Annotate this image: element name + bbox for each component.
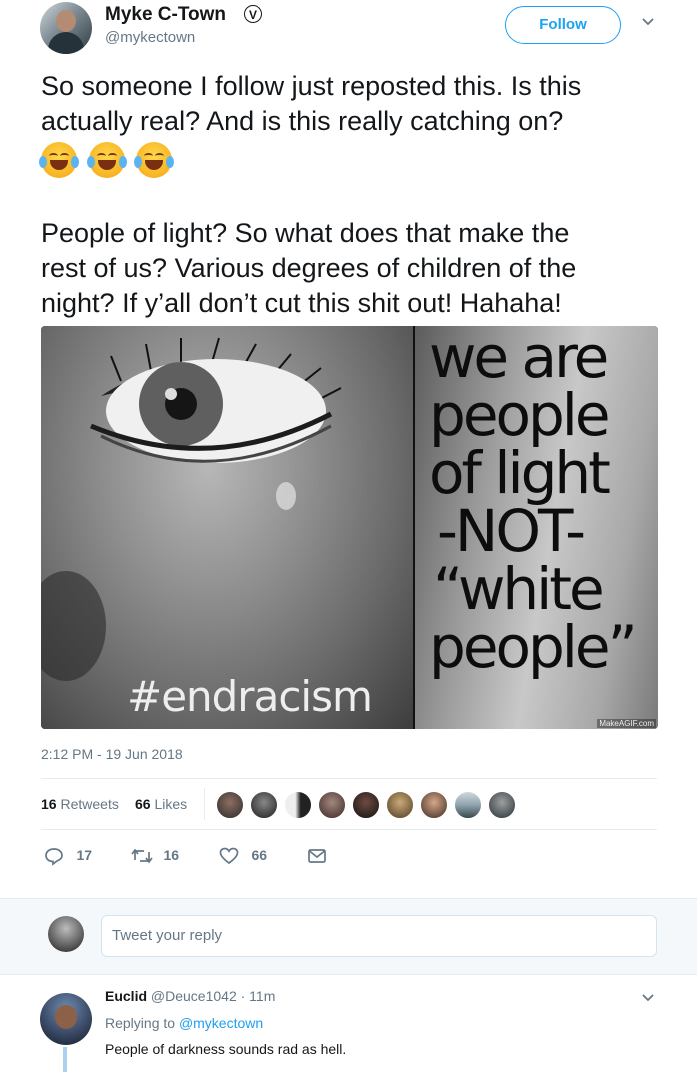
reply-time[interactable]: · 11m — [241, 988, 276, 1004]
likes-label: Likes — [154, 796, 188, 812]
chevron-down-icon[interactable] — [640, 14, 656, 30]
image-hashtag: #endracism — [127, 672, 373, 721]
direct-message-action[interactable] — [307, 846, 327, 871]
reply-display-name[interactable]: Euclid — [105, 988, 147, 1004]
divider — [41, 829, 657, 830]
likes-stat[interactable]: 66 Likes — [135, 796, 187, 812]
emoji-row — [39, 139, 681, 181]
author-avatar[interactable] — [40, 2, 92, 54]
reply-composer: Tweet your reply — [0, 898, 697, 975]
envelope-icon — [308, 849, 326, 863]
laughing-with-tears-icon — [39, 141, 79, 178]
image-text-line: people” — [429, 613, 638, 681]
replying-to-handle[interactable]: @mykectown — [179, 1015, 263, 1031]
face-photo: #endracism — [41, 326, 413, 729]
image-text-line: “white — [433, 555, 605, 623]
author-handle[interactable]: @mykectown — [105, 29, 195, 46]
tweet-text-line: night? If y’all don’t cut this shit out!… — [41, 288, 562, 318]
retweet-count: 16 — [163, 847, 180, 864]
replying-to: Replying to @mykectown — [105, 1015, 263, 1031]
liker-avatar[interactable] — [420, 791, 448, 819]
stats-separator — [204, 788, 205, 820]
liker-avatar[interactable] — [488, 791, 516, 819]
retweets-label: Retweets — [60, 796, 119, 812]
heart-icon — [219, 847, 239, 865]
image-text-line: people — [429, 381, 611, 449]
tweet-text-line: rest of us? Various degrees of children … — [41, 253, 577, 283]
like-action[interactable]: 66 — [219, 846, 267, 866]
reply-header: Euclid @Deuce1042 · 11m — [105, 988, 275, 1004]
reply-action[interactable]: 17 — [44, 846, 92, 866]
retweet-icon — [131, 848, 153, 864]
tweet-image[interactable]: #endracism we are people of light -NOT- … — [41, 326, 658, 729]
laughing-with-tears-icon — [134, 141, 175, 178]
retweets-stat[interactable]: 16 Retweets — [41, 796, 119, 812]
reply-author-avatar[interactable] — [40, 993, 92, 1045]
liker-avatar[interactable] — [284, 791, 312, 819]
thread-line — [63, 1047, 67, 1072]
follow-button[interactable]: Follow — [505, 6, 621, 44]
reply-count: 17 — [76, 847, 93, 864]
chevron-down-icon[interactable] — [640, 990, 656, 1006]
divider — [41, 778, 657, 779]
tweet-timestamp[interactable]: 2:12 PM - 19 Jun 2018 — [41, 746, 183, 762]
tweet-text-line: So someone I follow just reposted this. … — [41, 71, 582, 101]
retweets-count: 16 — [41, 796, 57, 812]
reply-input[interactable]: Tweet your reply — [101, 915, 657, 957]
author-display-name[interactable]: Myke C-Town — [105, 4, 226, 26]
likes-count: 66 — [135, 796, 151, 812]
image-text-line: of light — [429, 439, 611, 507]
reply-icon — [45, 848, 63, 866]
liker-avatar[interactable] — [386, 791, 414, 819]
liker-avatars — [216, 791, 522, 824]
image-text-panel: we are people of light -NOT- “white peop… — [415, 326, 658, 729]
image-watermark: MakeAGIF.com — [597, 719, 656, 728]
tweet-text-line: People of light? So what does that make … — [41, 218, 570, 248]
tweet-text-line: actually real? And is this really catchi… — [41, 106, 564, 136]
liker-avatar[interactable] — [250, 791, 278, 819]
liker-avatar[interactable] — [352, 791, 380, 819]
reply-handle[interactable]: @Deuce1042 — [151, 988, 237, 1004]
image-text-line: we are — [429, 326, 609, 391]
image-text-line: -NOT- — [437, 497, 586, 565]
tweet-text: So someone I follow just reposted this. … — [39, 69, 681, 321]
current-user-avatar[interactable] — [48, 916, 84, 952]
retweet-action[interactable]: 16 — [131, 846, 179, 866]
verified-icon: V — [244, 5, 262, 23]
liker-avatar[interactable] — [318, 791, 346, 819]
replying-to-prefix: Replying to — [105, 1015, 176, 1031]
reply-text: People of darkness sounds rad as hell. — [105, 1041, 347, 1057]
like-count: 66 — [251, 847, 268, 864]
liker-avatar[interactable] — [216, 791, 244, 819]
laughing-with-tears-icon — [86, 141, 127, 178]
liker-avatar[interactable] — [454, 791, 482, 819]
